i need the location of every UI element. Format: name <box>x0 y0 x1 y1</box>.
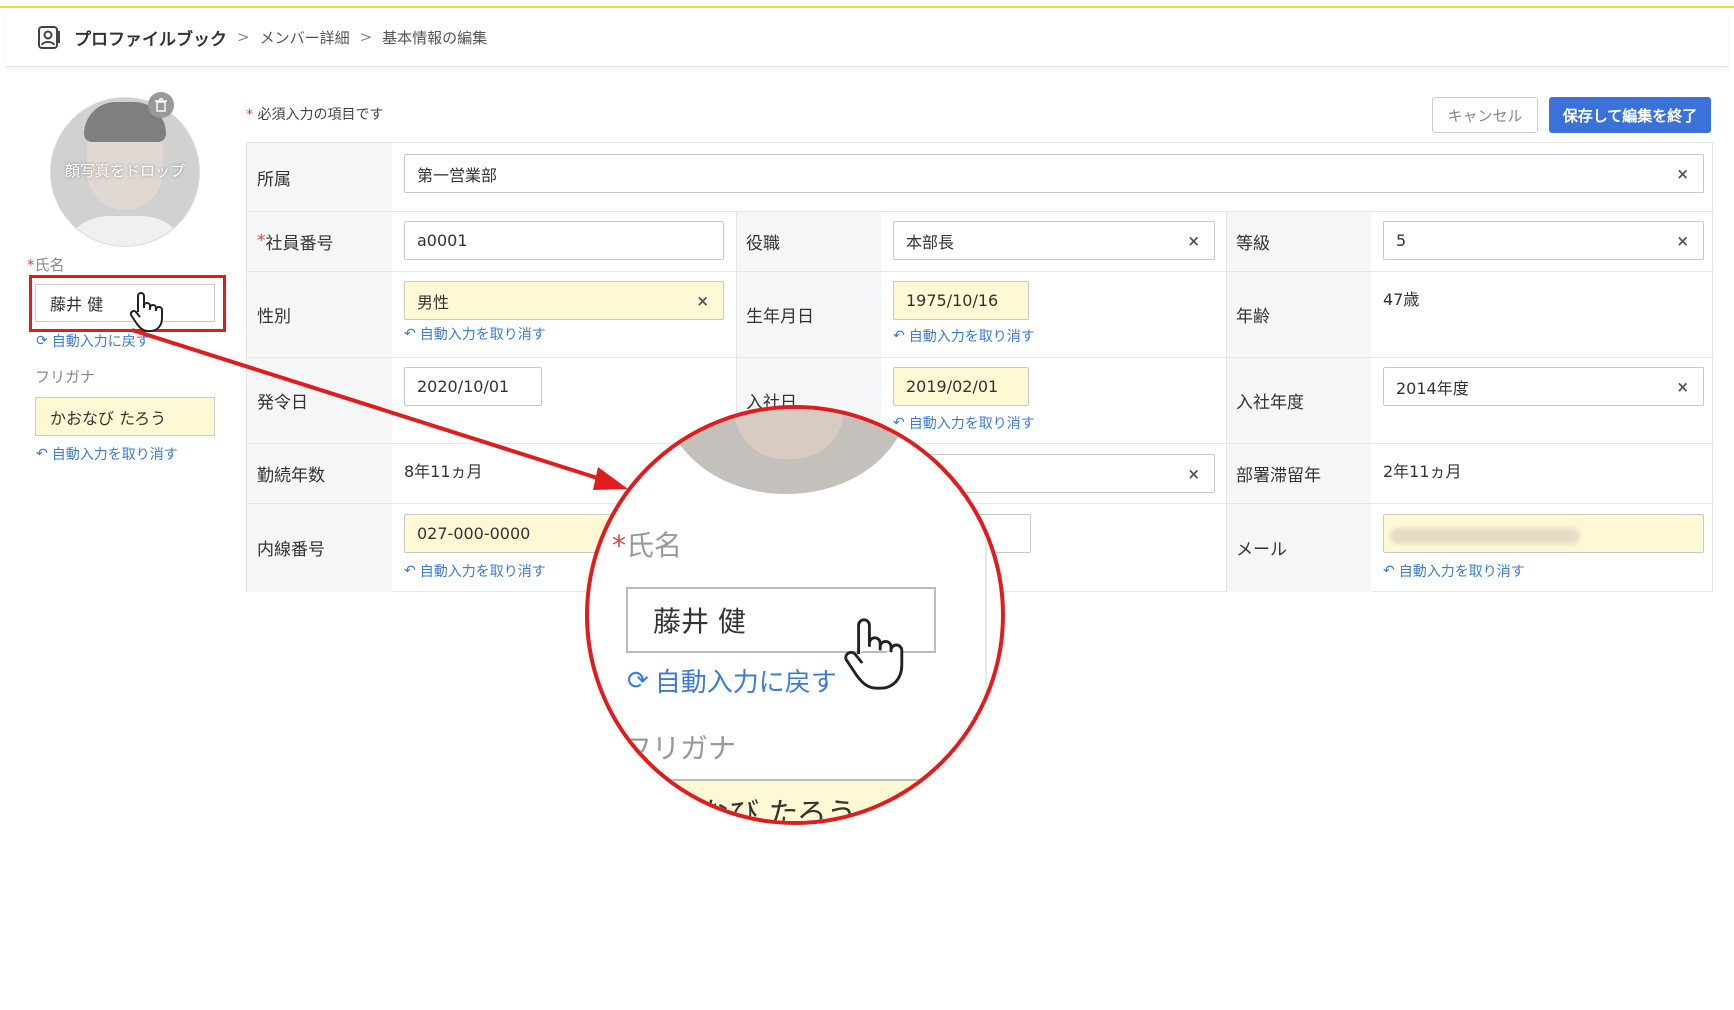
extension-undo-link[interactable]: ↶ 自動入力を取り消す <box>404 561 546 581</box>
employee-no-input[interactable]: a0001 <box>404 221 724 260</box>
zoom-kana-input: なび たろう <box>644 779 944 821</box>
header-bar: プロファイルブック > メンバー詳細 > 基本情報の編集 <box>6 8 1728 67</box>
label-birthday: 生年月日 <box>736 271 881 357</box>
gender-select[interactable]: 男性 × <box>404 281 724 320</box>
kana-label: フリガナ <box>35 368 96 386</box>
page: プロファイルブック > メンバー詳細 > 基本情報の編集 顔写真をドロップ *氏… <box>0 0 1734 1010</box>
label-position: 役職 <box>736 211 881 271</box>
join-date-input[interactable]: 2019/02/01 <box>893 367 1029 406</box>
label-age: 年齢 <box>1226 271 1371 357</box>
label-employee-no: * 社員番号 <box>247 211 392 271</box>
clear-icon[interactable]: × <box>1187 465 1200 483</box>
zoom-avatar <box>664 409 909 494</box>
breadcrumb-edit-basic: 基本情報の編集 <box>382 28 488 47</box>
label-dept-stay: 部署滞留年 <box>1226 443 1371 503</box>
label-mail: メール <box>1226 503 1371 592</box>
undo-icon: ↶ <box>404 563 416 579</box>
clear-icon[interactable]: × <box>1676 378 1689 396</box>
affiliation-select[interactable]: 第一営業部 × <box>404 154 1704 193</box>
auto-reset-link[interactable]: ⟳ 自動入力に戻す <box>36 331 150 351</box>
undo-icon: ↶ <box>893 328 905 344</box>
breadcrumb-separator: > <box>237 28 250 46</box>
gender-undo-link[interactable]: ↶ 自動入力を取り消す <box>404 324 546 344</box>
breadcrumb-member-detail[interactable]: メンバー詳細 <box>260 27 350 48</box>
reset-icon: ⟳ <box>36 333 48 349</box>
save-button[interactable]: 保存して編集を終了 <box>1549 97 1711 133</box>
clear-icon[interactable]: × <box>1676 165 1689 183</box>
zoom-callout: *氏名 藤井 健 ⟳ 自動入力に戻す フリガナ なび たろう <box>585 405 1005 825</box>
grade-select[interactable]: 5 × <box>1383 221 1704 260</box>
mail-undo-link[interactable]: ↶ 自動入力を取り消す <box>1383 561 1525 581</box>
profile-book-icon <box>36 23 64 51</box>
trash-icon[interactable] <box>148 92 174 118</box>
required-note: * 必須入力の項目です <box>246 107 384 123</box>
age-value: 47歳 <box>1383 290 1420 309</box>
zoom-hand-cursor-icon <box>844 618 904 690</box>
label-join-year: 入社年度 <box>1226 357 1371 443</box>
label-appointment: 発令日 <box>247 357 392 443</box>
join-year-select[interactable]: 2014年度 × <box>1383 367 1704 406</box>
undo-icon: ↶ <box>404 326 416 342</box>
kana-undo-link[interactable]: ↶ 自動入力を取り消す <box>36 444 178 464</box>
name-label: *氏名 <box>27 256 65 274</box>
hand-cursor-icon <box>129 292 163 332</box>
undo-icon: ↶ <box>36 446 48 462</box>
breadcrumb-separator: > <box>359 28 373 46</box>
clear-icon[interactable]: × <box>1676 232 1689 250</box>
undo-icon: ↶ <box>1383 563 1395 579</box>
position-select[interactable]: 本部長 × <box>893 221 1215 260</box>
cancel-button[interactable]: キャンセル <box>1432 97 1538 133</box>
app-title[interactable]: プロファイルブック <box>74 25 227 50</box>
zoom-kana-label: フリガナ <box>624 732 737 765</box>
clear-icon[interactable]: × <box>696 292 709 310</box>
dept-stay-value: 2年11ヵ月 <box>1383 462 1462 481</box>
zoom-name-label: *氏名 <box>612 529 683 562</box>
label-affiliation: 所属 <box>247 143 392 211</box>
birthday-input[interactable]: 1975/10/16 <box>893 281 1029 320</box>
reset-icon: ⟳ <box>627 665 649 696</box>
label-gender: 性別 <box>247 271 392 357</box>
clear-icon[interactable]: × <box>1187 232 1200 250</box>
label-extension: 内線番号 <box>247 503 392 592</box>
appointment-date-input[interactable]: 2020/10/01 <box>404 367 542 406</box>
birthday-undo-link[interactable]: ↶ 自動入力を取り消す <box>893 326 1035 346</box>
tenure-value: 8年11ヵ月 <box>404 462 483 481</box>
photo-drop-label: 顔写真をドロップ <box>64 162 185 180</box>
join-date-undo-link[interactable]: ↶自動入力を取り消す <box>893 413 1035 433</box>
blurred-email <box>1390 528 1580 544</box>
label-grade: 等級 <box>1226 211 1371 271</box>
kana-input[interactable]: かおなび たろう <box>35 397 215 436</box>
label-tenure: 勤続年数 <box>247 443 392 503</box>
zoom-auto-reset-link: ⟳ 自動入力に戻す <box>627 665 837 699</box>
avatar-photo[interactable]: 顔写真をドロップ <box>51 98 199 246</box>
